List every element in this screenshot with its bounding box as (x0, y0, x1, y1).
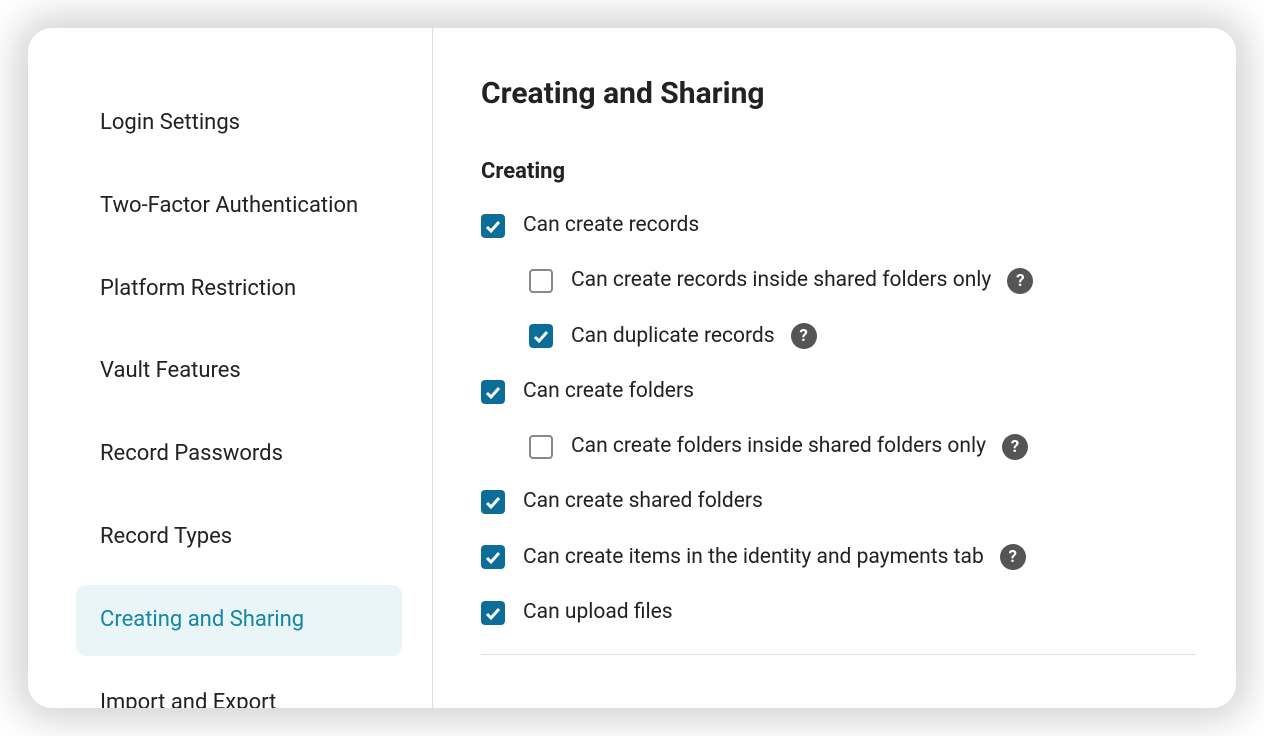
checkbox-upload-files[interactable] (481, 601, 505, 625)
sidebar-item-record-types[interactable]: Record Types (76, 502, 402, 573)
sidebar-item-record-passwords[interactable]: Record Passwords (76, 419, 402, 490)
option-can-create-folders: Can create folders (481, 378, 1196, 405)
checkbox-identity-payments[interactable] (481, 545, 505, 569)
option-folders-shared-folders-only: Can create folders inside shared folders… (481, 433, 1196, 460)
option-identity-payments: Can create items in the identity and pay… (481, 544, 1196, 571)
settings-sidebar: Login Settings Two-Factor Authentication… (28, 28, 433, 708)
help-icon[interactable]: ? (1002, 434, 1028, 460)
sidebar-item-login-settings[interactable]: Login Settings (76, 88, 402, 159)
checkbox-can-create-records[interactable] (481, 214, 505, 238)
settings-card: Login Settings Two-Factor Authentication… (28, 28, 1236, 708)
option-records-shared-folders-only: Can create records inside shared folders… (481, 267, 1196, 294)
sidebar-item-platform-restriction[interactable]: Platform Restriction (76, 254, 402, 325)
sidebar-item-vault-features[interactable]: Vault Features (76, 336, 402, 407)
option-label: Can create shared folders (523, 488, 763, 515)
checkbox-create-shared-folders[interactable] (481, 490, 505, 514)
option-label: Can create folders (523, 378, 694, 405)
sidebar-item-creating-sharing[interactable]: Creating and Sharing (76, 585, 402, 656)
checkbox-folders-shared-folders-only[interactable] (529, 435, 553, 459)
checkbox-duplicate-records[interactable] (529, 324, 553, 348)
option-create-shared-folders: Can create shared folders (481, 488, 1196, 515)
sidebar-item-two-factor[interactable]: Two-Factor Authentication (76, 171, 402, 242)
section-title-creating: Creating (481, 159, 1196, 184)
option-label: Can duplicate records (571, 323, 775, 350)
help-icon[interactable]: ? (1000, 544, 1026, 570)
option-upload-files: Can upload files (481, 599, 1196, 626)
main-panel: Creating and Sharing Creating Can create… (433, 28, 1236, 708)
option-duplicate-records: Can duplicate records ? (481, 323, 1196, 350)
checkbox-records-shared-folders-only[interactable] (529, 269, 553, 293)
option-label: Can create folders inside shared folders… (571, 433, 986, 460)
section-divider (481, 654, 1196, 655)
option-label: Can create records (523, 212, 699, 239)
page-title: Creating and Sharing (481, 76, 1196, 111)
option-can-create-records: Can create records (481, 212, 1196, 239)
help-icon[interactable]: ? (1007, 268, 1033, 294)
option-label: Can upload files (523, 599, 673, 626)
checkbox-can-create-folders[interactable] (481, 380, 505, 404)
option-label: Can create records inside shared folders… (571, 267, 991, 294)
sidebar-item-import-export[interactable]: Import and Export (76, 668, 402, 708)
help-icon[interactable]: ? (791, 323, 817, 349)
option-label: Can create items in the identity and pay… (523, 544, 984, 571)
